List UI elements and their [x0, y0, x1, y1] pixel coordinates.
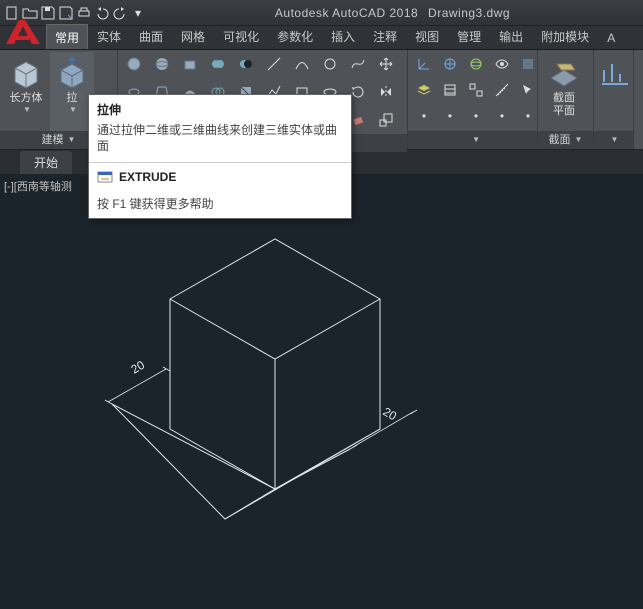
more3-icon[interactable]: •: [464, 104, 488, 128]
command-icon: [97, 169, 113, 185]
tooltip-desc: 通过拉伸二维或三维曲线来创建三维实体或曲面: [89, 120, 351, 162]
union-icon[interactable]: [206, 52, 230, 76]
subtract-icon[interactable]: [234, 52, 258, 76]
dim-left: 20: [129, 358, 148, 377]
section-plane-button[interactable]: 截面 平面: [542, 52, 586, 131]
spline-icon[interactable]: [346, 52, 370, 76]
view-icon[interactable]: [490, 52, 514, 76]
box-icon: [9, 56, 43, 90]
window-title: Autodesk AutoCAD 2018 Drawing3.dwg: [146, 6, 639, 20]
arc-icon[interactable]: [290, 52, 314, 76]
visualstyle-icon[interactable]: [516, 52, 540, 76]
qat-undo-icon[interactable]: [94, 5, 110, 21]
tab-output[interactable]: 输出: [490, 23, 532, 49]
panel-title-coords[interactable]: ▼: [408, 131, 537, 149]
qat-dropdown-icon[interactable]: ▾: [130, 5, 146, 21]
drawing-svg: 20 20: [0, 174, 643, 609]
box-button[interactable]: 长方体 ▼: [4, 52, 48, 131]
tab-parametric[interactable]: 参数化: [268, 23, 322, 49]
move-icon[interactable]: [374, 52, 398, 76]
layer-icon[interactable]: [412, 78, 436, 102]
tab-surface[interactable]: 曲面: [130, 23, 172, 49]
tab-annotate[interactable]: 注释: [364, 23, 406, 49]
tooltip: 拉伸 通过拉伸二维或三维曲线来创建三维实体或曲面 EXTRUDE 按 F1 键获…: [88, 94, 352, 219]
panel-title-more[interactable]: ▼: [594, 131, 633, 149]
chevron-down-icon: ▼: [23, 105, 31, 114]
extrude-icon: [55, 56, 89, 90]
tooltip-title: 拉伸: [89, 95, 351, 120]
more5-icon[interactable]: •: [516, 104, 540, 128]
tab-manage[interactable]: 管理: [448, 23, 490, 49]
tab-addins[interactable]: 附加模块: [532, 23, 598, 49]
more1-icon[interactable]: •: [412, 104, 436, 128]
tab-home[interactable]: 常用: [46, 24, 88, 49]
line-icon[interactable]: [262, 52, 286, 76]
qat-print-icon[interactable]: [76, 5, 92, 21]
section-plane-icon: [547, 56, 581, 90]
ucs-icon[interactable]: [412, 52, 436, 76]
dim-right: 20: [381, 404, 400, 423]
presspull-icon[interactable]: [178, 52, 202, 76]
tab-insert[interactable]: 插入: [322, 23, 364, 49]
panel-title-section[interactable]: 截面▼: [538, 131, 593, 149]
group-icon[interactable]: [464, 78, 488, 102]
drawing-canvas[interactable]: [-][西南等轴测 20 20: [0, 174, 643, 609]
properties-icon[interactable]: [438, 78, 462, 102]
section-plane-label: 截面 平面: [553, 92, 575, 118]
more2-icon[interactable]: •: [438, 104, 462, 128]
tab-visualize[interactable]: 可视化: [214, 23, 268, 49]
tab-solid[interactable]: 实体: [88, 23, 130, 49]
extrude-label: 拉: [67, 92, 78, 105]
chart-icon: [598, 56, 632, 90]
tab-more[interactable]: A: [598, 26, 624, 49]
scale-icon[interactable]: [374, 108, 398, 132]
qat-redo-icon[interactable]: [112, 5, 128, 21]
more-button[interactable]: [598, 52, 632, 131]
polysolid-icon[interactable]: [122, 52, 146, 76]
select-icon[interactable]: [516, 78, 540, 102]
tooltip-command: EXTRUDE: [89, 163, 351, 191]
more4-icon[interactable]: •: [490, 104, 514, 128]
measure-icon[interactable]: [490, 78, 514, 102]
ucs-world-icon[interactable]: [438, 52, 462, 76]
start-tab[interactable]: 开始: [20, 151, 72, 174]
circle-icon[interactable]: [318, 52, 342, 76]
app-menu-button[interactable]: [2, 18, 44, 48]
viewport-label[interactable]: [-][西南等轴测: [4, 178, 72, 194]
3dorbit-icon[interactable]: [464, 52, 488, 76]
mirror-icon[interactable]: [374, 80, 398, 104]
tab-view[interactable]: 视图: [406, 23, 448, 49]
tab-mesh[interactable]: 网格: [172, 23, 214, 49]
chevron-down-icon: ▼: [69, 105, 77, 114]
sphere-icon[interactable]: [150, 52, 174, 76]
tooltip-f1: 按 F1 键获得更多帮助: [89, 191, 351, 218]
box-label: 长方体: [10, 92, 43, 105]
ribbon-tabs: 常用 实体 曲面 网格 可视化 参数化 插入 注释 视图 管理 输出 附加模块 …: [0, 26, 643, 50]
qat-saveas-icon[interactable]: [58, 5, 74, 21]
